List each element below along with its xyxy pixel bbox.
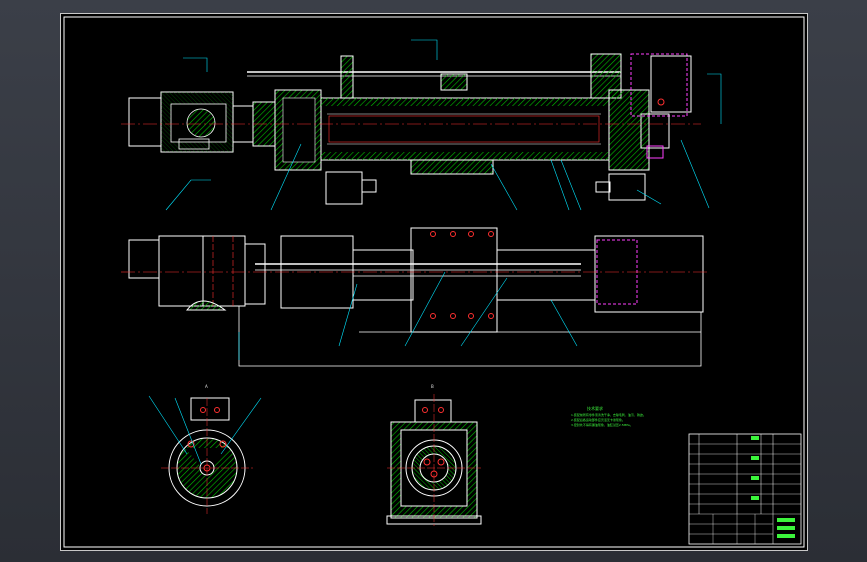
svg-text:3.密封处不得有漏油现象，油缸试压2.5MPa。: 3.密封处不得有漏油现象，油缸试压2.5MPa。 bbox=[571, 422, 633, 427]
section-view-a: A bbox=[148, 384, 262, 514]
drawing-sheet: A B 技术要求 1.装配前所有零件须清洗干净，去除毛刺、油污、锈迹。 2.装配… bbox=[60, 13, 808, 551]
section-view-b: B bbox=[386, 384, 482, 526]
main-section-view bbox=[121, 39, 722, 211]
cad-viewer-window: A B 技术要求 1.装配前所有零件须清洗干净，去除毛刺、油污、锈迹。 2.装配… bbox=[0, 0, 867, 562]
svg-text:A: A bbox=[205, 384, 208, 389]
plan-view bbox=[121, 227, 709, 367]
svg-text:1.装配前所有零件须清洗干净，去除毛刺、油污、锈迹。: 1.装配前所有零件须清洗干净，去除毛刺、油污、锈迹。 bbox=[571, 412, 646, 417]
svg-text:技术要求: 技术要求 bbox=[587, 405, 603, 411]
title-block bbox=[688, 433, 802, 545]
drawing-canvas[interactable]: A B 技术要求 1.装配前所有零件须清洗干净，去除毛刺、油污、锈迹。 2.装配… bbox=[61, 14, 807, 550]
svg-text:B: B bbox=[431, 384, 434, 389]
tech-requirements: 技术要求 1.装配前所有零件须清洗干净，去除毛刺、油污、锈迹。 2.装配后各运动… bbox=[571, 405, 646, 427]
svg-text:2.装配后各运动部件应灵活无卡滞现象。: 2.装配后各运动部件应灵活无卡滞现象。 bbox=[571, 417, 625, 422]
